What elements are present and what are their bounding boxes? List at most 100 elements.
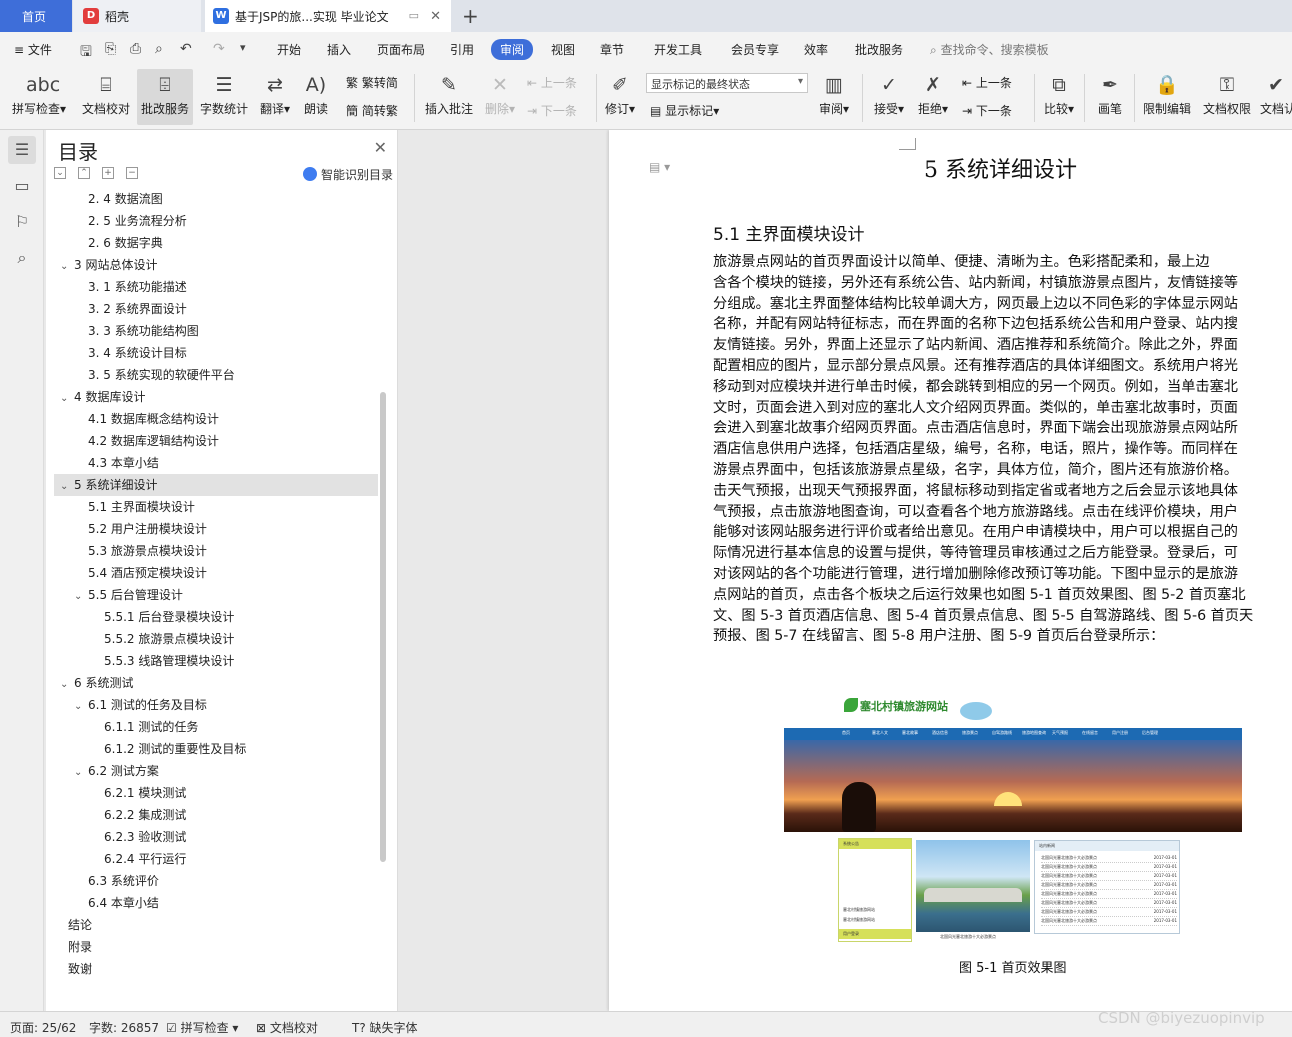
collapse-all-icon[interactable]: ⌄ [54, 167, 66, 179]
translate-button[interactable]: ⇄ 翻译▾ [256, 72, 294, 117]
expand-up-icon[interactable]: ⌃ [78, 167, 90, 179]
doc-cert-button[interactable]: ✔ 文档认 [1260, 72, 1292, 117]
toc-item[interactable]: 结论 [54, 914, 378, 936]
markup-mode-select[interactable]: 显示标记的最终状态 [646, 73, 808, 93]
trad-to-simp-button[interactable]: 繁 繁转简 [346, 74, 398, 91]
toc-item[interactable]: 3. 2 系统界面设计 [54, 298, 378, 320]
revise-button[interactable]: ✐ 修订▾ [602, 72, 638, 117]
toc-item[interactable]: 4.3 本章小结 [54, 452, 378, 474]
toc-item[interactable]: 6.2.2 集成测试 [54, 804, 378, 826]
toc-item[interactable]: ⌄ 5 系统详细设计 [54, 474, 378, 496]
toc-item[interactable]: 4.2 数据库逻辑结构设计 [54, 430, 378, 452]
delete-comment-button[interactable]: ✕ 删除▾ [482, 72, 518, 117]
spell-check-button[interactable]: abc 拼写检查▾ [10, 72, 68, 117]
menu-page-layout[interactable]: 页面布局 [377, 41, 425, 58]
tab-daoke[interactable]: D 稻壳 [73, 0, 201, 32]
menu-efficiency[interactable]: 效率 [804, 41, 828, 58]
toc-item[interactable]: 2. 5 业务流程分析 [54, 210, 378, 232]
word-count-status[interactable]: 字数: 26857 [89, 1019, 159, 1036]
toc-item[interactable]: ⌄ 4 数据库设计 [54, 386, 378, 408]
toc-item[interactable]: 2. 4 数据流图 [54, 188, 378, 210]
tab-document[interactable]: W 基于JSP的旅...实现 毕业论文 ▭ ✕ [205, 0, 451, 32]
toc-item[interactable]: ⌄ 6.1 测试的任务及目标 [54, 694, 378, 716]
toc-item[interactable]: 6.2.4 平行运行 [54, 848, 378, 870]
menu-review[interactable]: 审阅 [491, 39, 534, 60]
new-tab-icon[interactable]: + [462, 4, 479, 28]
bookmark-icon[interactable]: ⚐ [8, 208, 36, 236]
toc-item[interactable]: 3. 1 系统功能描述 [54, 276, 378, 298]
restrict-edit-button[interactable]: 🔒 限制编辑 [1140, 72, 1194, 117]
next-change-button[interactable]: ⇥ 下一条 [962, 102, 1012, 119]
chevron-down-icon[interactable]: ⌄ [74, 762, 88, 784]
toc-item[interactable]: 5.5.3 线路管理模块设计 [54, 650, 378, 672]
file-menu[interactable]: ≡ 文件 [14, 41, 52, 58]
menu-reference[interactable]: 引用 [450, 41, 474, 58]
page-indicator[interactable]: 页面: 25/62 [10, 1019, 76, 1036]
menu-start[interactable]: 开始 [277, 41, 301, 58]
redo-icon[interactable]: ↷ [213, 41, 225, 57]
command-search[interactable]: ⌕ 查找命令、搜索模板 [930, 41, 1049, 58]
chevron-down-icon[interactable]: ⌄ [60, 256, 74, 278]
toc-item[interactable]: 6.3 系统评价 [54, 870, 378, 892]
toc-item[interactable]: 5.2 用户注册模块设计 [54, 518, 378, 540]
correction-service-button[interactable]: ⌹ 批改服务 [137, 69, 193, 125]
doc-proof-button[interactable]: ⌸ 文档校对 [80, 72, 132, 117]
chapter-nav-icon[interactable]: ▭ [8, 172, 36, 200]
undo-icon[interactable]: ↶ [180, 41, 192, 57]
show-markup-button[interactable]: ▤ 显示标记▾ [650, 102, 719, 119]
smart-toc-button[interactable]: 智能识别目录 [302, 166, 393, 183]
quick-access-more-icon[interactable]: ▾ [240, 41, 246, 54]
doc-permission-button[interactable]: ⚿ 文档权限 [1200, 72, 1254, 117]
simp-to-trad-button[interactable]: 簡 简转繁 [346, 102, 398, 119]
toc-item[interactable]: 6.1.2 测试的重要性及目标 [54, 738, 378, 760]
save-icon[interactable]: 🖫 [80, 41, 92, 65]
print-preview-icon[interactable]: ⌕ [155, 41, 163, 57]
toc-item[interactable]: 5.5.2 旅游景点模块设计 [54, 628, 378, 650]
read-aloud-button[interactable]: A) 朗读 [300, 72, 332, 117]
toc-item[interactable]: 附录 [54, 936, 378, 958]
menu-view[interactable]: 视图 [551, 41, 575, 58]
toc-item[interactable]: 5.3 旅游景点模块设计 [54, 540, 378, 562]
menu-insert[interactable]: 插入 [327, 41, 351, 58]
window-mode-icon[interactable]: ▭ [409, 9, 419, 22]
menu-member[interactable]: 会员专享 [731, 41, 779, 58]
toc-scrollbar[interactable] [380, 392, 386, 862]
doc-proof-status[interactable]: ⊠ 文档校对 [256, 1019, 318, 1036]
toc-item[interactable]: ⌄ 5.5 后台管理设计 [54, 584, 378, 606]
prev-comment-button[interactable]: ⇤ 上一条 [527, 74, 577, 91]
spell-check-status[interactable]: ☑ 拼写检查 ▾ [166, 1019, 238, 1036]
toc-item[interactable]: 6.2.1 模块测试 [54, 782, 378, 804]
toc-item[interactable]: ⌄ 6 系统测试 [54, 672, 378, 694]
toc-item[interactable]: 6.2.3 验收测试 [54, 826, 378, 848]
document-page[interactable]: ▤ ▾ 5 系统详细设计 5.1 主界面模块设计 旅游景点网站的首页界面设计以简… [609, 130, 1292, 1011]
toc-item[interactable]: ⌄ 3 网站总体设计 [54, 254, 378, 276]
remove-heading-icon[interactable]: − [126, 167, 138, 179]
paragraph-menu-icon[interactable]: ▤ ▾ [649, 160, 670, 174]
close-tab-icon[interactable]: ✕ [430, 9, 441, 24]
insert-comment-button[interactable]: ✎ 插入批注 [424, 72, 474, 117]
toc-item[interactable]: 6.4 本章小结 [54, 892, 378, 914]
chevron-down-icon[interactable]: ⌄ [60, 476, 74, 498]
compare-button[interactable]: ⧉ 比较▾ [1040, 72, 1078, 117]
word-count-button[interactable]: ☰ 字数统计 [199, 72, 249, 117]
chevron-down-icon[interactable]: ⌄ [60, 674, 74, 696]
menu-correction[interactable]: 批改服务 [855, 41, 903, 58]
toc-item[interactable]: 5.5.1 后台登录模块设计 [54, 606, 378, 628]
pen-button[interactable]: ✒ 画笔 [1092, 72, 1128, 117]
accept-button[interactable]: ✓ 接受▾ [870, 72, 908, 117]
export-pdf-icon[interactable]: ⎘ [105, 41, 116, 57]
next-comment-button[interactable]: ⇥ 下一条 [527, 102, 577, 119]
review-pane-button[interactable]: ▥ 审阅▾ [816, 72, 852, 117]
find-icon[interactable]: ⌕ [8, 244, 36, 272]
toc-item[interactable]: 5.1 主界面模块设计 [54, 496, 378, 518]
prev-change-button[interactable]: ⇤ 上一条 [962, 74, 1012, 91]
print-icon[interactable]: ⎙ [130, 41, 141, 57]
toc-item[interactable]: 3. 5 系统实现的软硬件平台 [54, 364, 378, 386]
toc-item[interactable]: 3. 4 系统设计目标 [54, 342, 378, 364]
close-icon[interactable]: ✕ [374, 138, 387, 157]
chevron-down-icon[interactable]: ⌄ [74, 586, 88, 608]
chevron-down-icon[interactable]: ⌄ [60, 388, 74, 410]
toc-pane-icon[interactable]: ☰ [8, 136, 36, 164]
toc-item[interactable]: 5.4 酒店预定模块设计 [54, 562, 378, 584]
reject-button[interactable]: ✗ 拒绝▾ [914, 72, 952, 117]
